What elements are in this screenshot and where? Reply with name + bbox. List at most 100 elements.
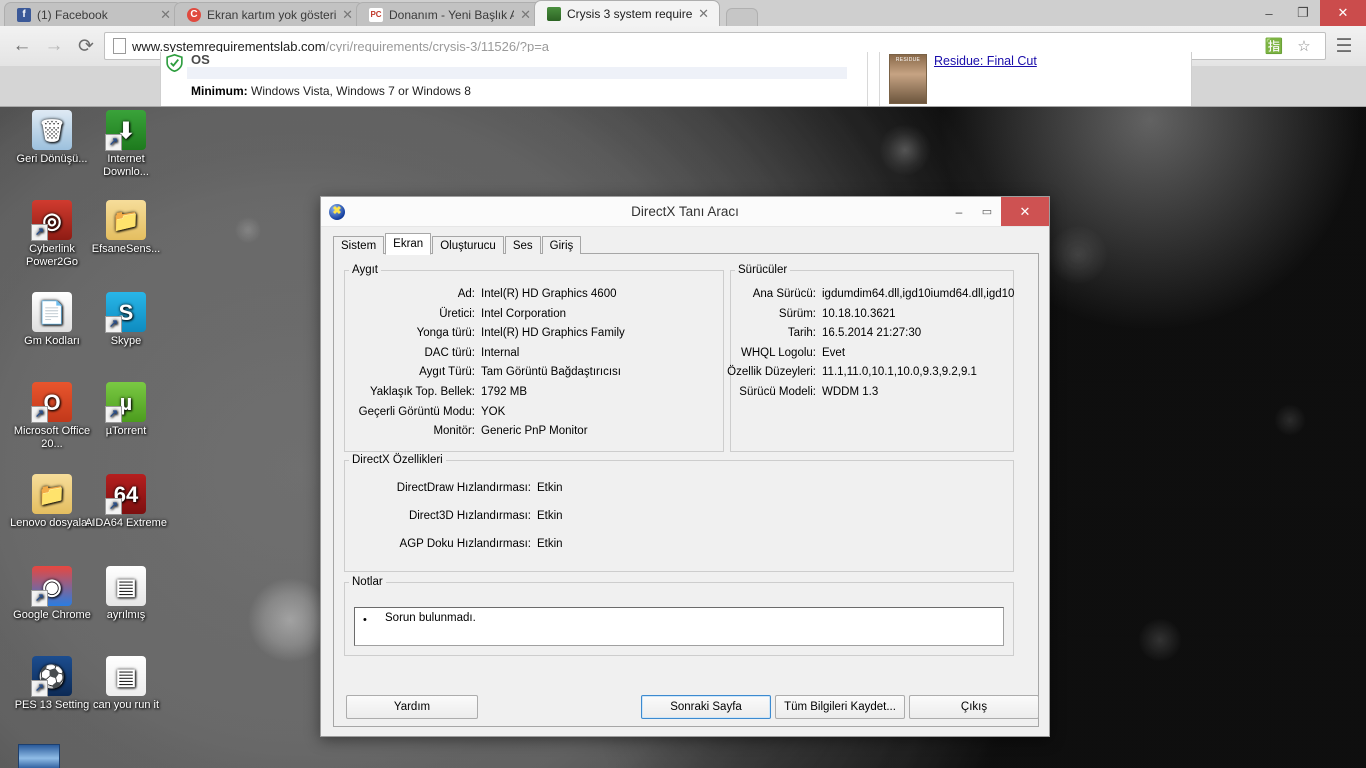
desktop-icon-utorrent[interactable]: µ ↗ µTorrent	[84, 382, 168, 438]
directx-diagnostic-tool-dialog: ✖ DirectX Tanı Aracı – ▭ ✕ Sistem Ekran …	[320, 196, 1050, 737]
exit-button[interactable]: Çıkış	[909, 695, 1039, 719]
shortcut-arrow-icon: ↗	[31, 224, 48, 241]
browser-tab-title: Donanım - Yeni Başlık Aç	[389, 7, 515, 22]
tab-ekran[interactable]: Ekran	[385, 233, 432, 255]
image-file-icon: ▤	[106, 566, 146, 606]
feature-key: Direct3D Hızlandırması:	[408, 510, 531, 522]
device-value: 1792 MB	[481, 386, 528, 398]
browser-minimize-button[interactable]: –	[1252, 0, 1286, 26]
dialog-close-button[interactable]: ✕	[1001, 197, 1049, 226]
browser-tab-strip: f (1) Facebook ✕ C Ekran kartım yok göst…	[0, 0, 1366, 26]
internet-download-manager-icon: ⬇ ↗	[105, 110, 146, 151]
desktop-icon-label: Lenovo dosyaları	[10, 517, 94, 529]
check-shield-icon	[166, 54, 183, 72]
desktop-icon-cyberlink-power2go[interactable]: ◎ ↗ Cyberlink Power2Go	[10, 200, 94, 269]
tab-ses[interactable]: Ses	[504, 236, 541, 254]
device-value: YOK	[481, 405, 506, 418]
desktop-icon-image-file[interactable]: ▤ ayrılmış	[84, 566, 168, 622]
dialog-maximize-button[interactable]: ▭	[973, 197, 1001, 226]
hamburger-menu-icon[interactable]: ☰	[1330, 32, 1358, 60]
desktop-icon-internet-download-manager[interactable]: ⬇ ↗ Internet Downlo...	[84, 110, 168, 179]
reload-icon[interactable]: ⟳	[72, 32, 100, 60]
feature-key: DirectDraw Hızlandırması:	[396, 482, 531, 494]
dialog-title: DirectX Tanı Aracı	[631, 204, 739, 219]
browser-tab-ekran-kartim[interactable]: C Ekran kartım yok gösteriyo ✕	[174, 2, 364, 26]
desktop-icon-pes-13-setting[interactable]: ⚽ ↗ PES 13 Setting	[10, 656, 94, 712]
ekran-tab-panel: Aygıt Ad: Intel(R) HD Graphics 4600 Üretic…	[333, 253, 1039, 727]
device-value: Internal	[481, 346, 520, 359]
tab-sistem[interactable]: Sistem	[333, 236, 385, 254]
dialog-minimize-button[interactable]: –	[945, 197, 973, 226]
driver-value: Evet	[822, 346, 846, 359]
driver-value: 11.1,11.0,10.1,10.0,9.3,9.2,9.1	[822, 366, 977, 379]
section-highlight-bar	[187, 67, 847, 79]
save-all-information-button[interactable]: Tüm Bilgileri Kaydet...	[775, 695, 905, 719]
column-divider	[867, 52, 868, 106]
desktop-icon-label: Internet Downlo...	[103, 153, 149, 178]
tab-giris[interactable]: Giriş	[541, 236, 582, 254]
desktop-icon-aida64[interactable]: 64 ↗ AIDA64 Extreme	[84, 474, 168, 530]
browser-tab-close-icon[interactable]: ✕	[520, 7, 531, 23]
desktop-icon-google-chrome[interactable]: ◉ ↗ Google Chrome	[10, 566, 94, 622]
browser-tab-facebook[interactable]: f (1) Facebook ✕	[4, 2, 182, 26]
browser-tab-close-icon[interactable]: ✕	[698, 6, 709, 22]
new-tab-button[interactable]	[726, 8, 758, 26]
sidebar-column: RESIDUE Residue: Final Cut	[879, 52, 1191, 106]
driver-key: Ana Sürücü:	[752, 288, 816, 300]
browser-tab-close-icon[interactable]: ✕	[342, 7, 353, 23]
dialog-window-controls: – ▭ ✕	[945, 197, 1049, 226]
desktop-icon-label: Cyberlink Power2Go	[26, 243, 78, 268]
notes-textbox[interactable]: • Sorun bulunmadı.	[354, 607, 1004, 646]
desktop-icon-partial[interactable]	[18, 744, 60, 768]
residue-final-cut-link[interactable]: Residue: Final Cut	[934, 54, 1037, 68]
back-arrow-icon[interactable]: ←	[8, 32, 36, 60]
star-icon[interactable]: ☆	[1291, 33, 1317, 59]
device-value: Intel Corporation	[481, 307, 567, 320]
feature-value: Etkin	[537, 482, 563, 494]
desktop-icon-microsoft-office[interactable]: O ↗ Microsoft Office 20...	[10, 382, 94, 451]
device-key: Üretici:	[439, 307, 475, 320]
driver-key: Tarih:	[787, 327, 816, 340]
desktop-icon-image-file[interactable]: ▤ can you run it	[84, 656, 168, 712]
browser-tab-title: Crysis 3 system requireme	[567, 6, 693, 21]
shortcut-arrow-icon: ↗	[31, 680, 48, 697]
device-value: Intel(R) HD Graphics Family	[481, 327, 625, 340]
directx-features-group: DirectX Özellikleri DirectDraw Hızlandır…	[344, 454, 1014, 572]
desktop-icon-recycle-bin[interactable]: 🗑 Geri Dönüşü...	[10, 110, 94, 166]
desktop-icon-folder[interactable]: 📁 Lenovo dosyaları	[10, 474, 94, 530]
browser-tab-donanim[interactable]: PC Donanım - Yeni Başlık Aç ✕	[356, 2, 542, 26]
minimum-value: Windows Vista, Windows 7 or Windows 8	[251, 84, 471, 98]
browser-tab-close-icon[interactable]: ✕	[160, 7, 171, 23]
minimum-label: Minimum:	[191, 84, 248, 98]
feature-key: AGP Doku Hızlandırması:	[399, 538, 531, 550]
device-value: Generic PnP Monitor	[481, 425, 588, 438]
shortcut-arrow-icon: ↗	[105, 134, 122, 151]
game-thumbnail[interactable]: RESIDUE	[889, 54, 927, 104]
driver-key: WHQL Logolu:	[741, 346, 816, 359]
desktop-icon-text-document[interactable]: 📄 Gm Kodları	[10, 292, 94, 348]
desktop-icon-skype[interactable]: S ↗ Skype	[84, 292, 168, 348]
feature-value: Etkin	[537, 538, 563, 550]
browser-restore-button[interactable]: ❐	[1286, 0, 1320, 26]
desktop-icon-label: Skype	[110, 335, 142, 347]
driver-value: 16.5.2014 21:27:30	[822, 327, 922, 340]
help-button[interactable]: Yardım	[346, 695, 478, 719]
tab-olusturucu[interactable]: Oluşturucu	[432, 236, 504, 254]
desktop-icon-folder[interactable]: 📁 EfsaneSens...	[84, 200, 168, 256]
cyberlink-power2go-icon: ◎ ↗	[31, 200, 72, 241]
forward-arrow-icon[interactable]: →	[40, 32, 68, 60]
device-key: Ad:	[457, 288, 475, 300]
aida64-icon: 64 ↗	[105, 474, 146, 515]
shortcut-arrow-icon: ↗	[31, 590, 48, 607]
device-key: Yaklaşık Top. Bellek:	[369, 386, 475, 398]
browser-tab-crysis3[interactable]: Crysis 3 system requireme ✕	[534, 0, 720, 26]
browser-close-button[interactable]: ✕	[1320, 0, 1366, 26]
os-section-heading: OS	[191, 52, 210, 67]
dialog-title-bar[interactable]: ✖ DirectX Tanı Aracı – ▭ ✕	[321, 197, 1049, 227]
translate-icon[interactable]: 🈯	[1261, 33, 1287, 59]
device-key: DAC türü:	[424, 346, 476, 359]
utorrent-icon: µ ↗	[105, 382, 146, 423]
pc-forum-icon: PC	[369, 7, 383, 22]
next-page-button[interactable]: Sonraki Sayfa	[641, 695, 771, 719]
driver-key: Özellik Düzeyleri:	[727, 366, 816, 379]
